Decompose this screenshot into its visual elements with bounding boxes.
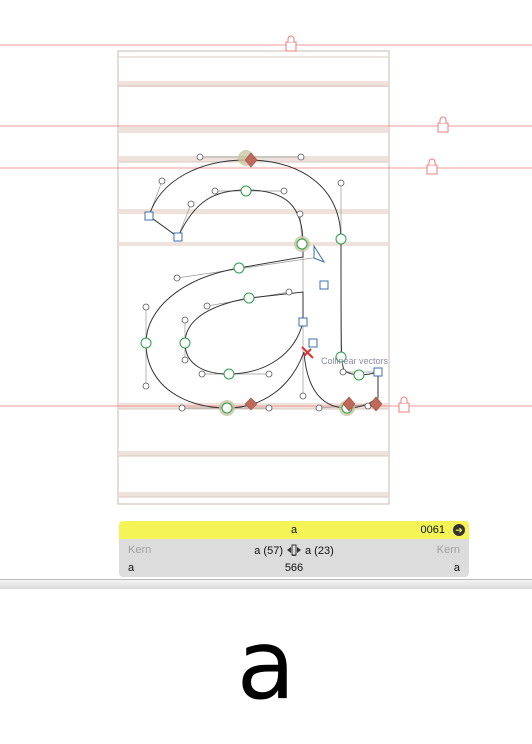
right-sidebearing-field[interactable]: a (23) <box>305 545 334 557</box>
advance-width-field[interactable]: 566 <box>119 562 469 574</box>
arrow-circle-icon[interactable]: ➜ <box>453 524 465 536</box>
glyph-info-panel: a 0061 ➜ Kern a (57) a (23) Kern a 566 a <box>119 521 469 577</box>
unicode-value[interactable]: 0061 <box>421 524 445 536</box>
glyph-name[interactable]: a <box>119 524 469 536</box>
glyph-metrics-row: Kern a (57) a (23) Kern a 566 a <box>119 539 469 577</box>
lock-icon <box>285 35 297 52</box>
glyph-edit-canvas[interactable] <box>0 0 532 580</box>
sidebearing-link-icon[interactable] <box>286 544 302 556</box>
left-sidebearing-field[interactable]: a (57) <box>254 545 283 557</box>
kern-right-label[interactable]: Kern <box>437 544 460 556</box>
collinear-vectors-hint: Collinear vectors <box>321 356 389 366</box>
lock-icon <box>398 396 410 413</box>
glyph-frame <box>117 50 390 505</box>
glyph-info-header: a 0061 ➜ <box>119 521 469 539</box>
right-neighbor-glyph[interactable]: a <box>454 562 460 574</box>
lock-icon <box>426 158 438 175</box>
sidebearings: a (57) a (23) <box>119 544 469 557</box>
preview-area: a <box>0 589 532 744</box>
lock-icon <box>437 116 449 133</box>
preview-text: a <box>236 609 296 721</box>
